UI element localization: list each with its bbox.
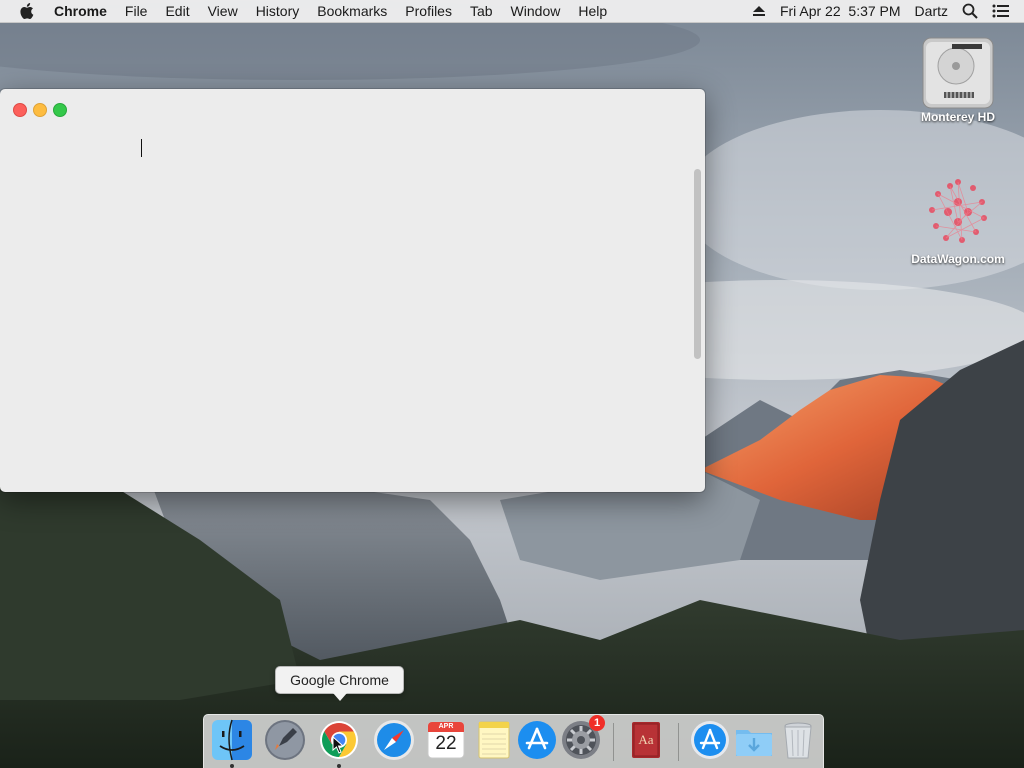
chrome-window[interactable] — [0, 89, 705, 492]
running-indicator — [230, 764, 234, 768]
menu-edit[interactable]: Edit — [165, 3, 189, 19]
tooltip-text: Google Chrome — [290, 672, 389, 688]
menu-profiles[interactable]: Profiles — [405, 3, 452, 19]
menu-history[interactable]: History — [256, 3, 300, 19]
notification-center-icon[interactable] — [992, 4, 1010, 18]
eject-icon[interactable] — [752, 5, 766, 17]
menu-help[interactable]: Help — [578, 3, 607, 19]
menu-tab[interactable]: Tab — [470, 3, 493, 19]
finder-icon — [212, 719, 252, 761]
menu-window[interactable]: Window — [511, 3, 561, 19]
scrollbar-thumb[interactable] — [694, 169, 701, 359]
calendar-month: APR — [438, 723, 454, 730]
app-store-icon — [518, 721, 556, 759]
app-store-folder-icon — [691, 721, 729, 759]
dock-separator — [613, 723, 614, 761]
menu-bookmarks[interactable]: Bookmarks — [317, 3, 387, 19]
menu-file[interactable]: File — [125, 3, 148, 19]
dock-launchpad[interactable] — [263, 718, 307, 762]
dock-notes[interactable] — [472, 718, 516, 762]
desktop-icon-label: DataWagon.com — [911, 252, 1005, 266]
dock-separator — [678, 723, 679, 761]
dock-app-store[interactable] — [515, 718, 559, 762]
dock-tooltip: Google Chrome — [275, 666, 404, 701]
trash-icon — [784, 722, 812, 759]
menu-bar: Chrome File Edit View History Bookmarks … — [0, 0, 1024, 23]
window-close-button[interactable] — [13, 103, 27, 117]
dock-finder[interactable] — [210, 718, 254, 762]
notification-badge: 1 — [589, 715, 605, 731]
datawagon-logo-icon — [918, 172, 998, 252]
downloads-folder-icon — [736, 730, 772, 756]
menu-view[interactable]: View — [208, 3, 238, 19]
dock-system-preferences[interactable]: 1 — [559, 715, 605, 762]
dock-applications-folder[interactable] — [688, 718, 732, 762]
dock-calendar[interactable]: APR 22 — [424, 718, 468, 762]
dock-trash[interactable] — [776, 718, 820, 762]
menu-app-name[interactable]: Chrome — [54, 3, 107, 19]
scrollbar[interactable] — [693, 169, 702, 439]
desktop-icon-datawagon[interactable]: DataWagon.com — [903, 172, 1013, 266]
dictionary-label: Aa — [638, 732, 654, 747]
calendar-day: 22 — [435, 733, 457, 754]
dock: APR 22 1 Aa — [203, 714, 824, 768]
hard-drive-icon — [918, 30, 998, 110]
window-zoom-button[interactable] — [53, 103, 67, 117]
text-cursor — [141, 139, 142, 157]
user-name[interactable]: Dartz — [915, 3, 948, 19]
mouse-pointer-icon — [332, 735, 345, 757]
window-minimize-button[interactable] — [33, 103, 47, 117]
apple-menu-icon[interactable] — [18, 0, 36, 22]
dock-safari[interactable] — [372, 718, 416, 762]
dock-downloads-folder[interactable] — [732, 718, 776, 762]
clock[interactable]: Fri Apr 22 5:37 PM — [780, 3, 901, 19]
safari-icon — [374, 720, 414, 760]
rocket-icon — [265, 720, 305, 760]
spotlight-search-icon[interactable] — [962, 3, 978, 19]
dock-dictionary[interactable]: Aa — [624, 718, 668, 762]
desktop-icon-label: Monterey HD — [920, 110, 995, 124]
running-indicator — [337, 764, 341, 768]
notes-icon — [478, 721, 510, 759]
desktop-icon-monterey-hd[interactable]: Monterey HD — [903, 30, 1013, 124]
